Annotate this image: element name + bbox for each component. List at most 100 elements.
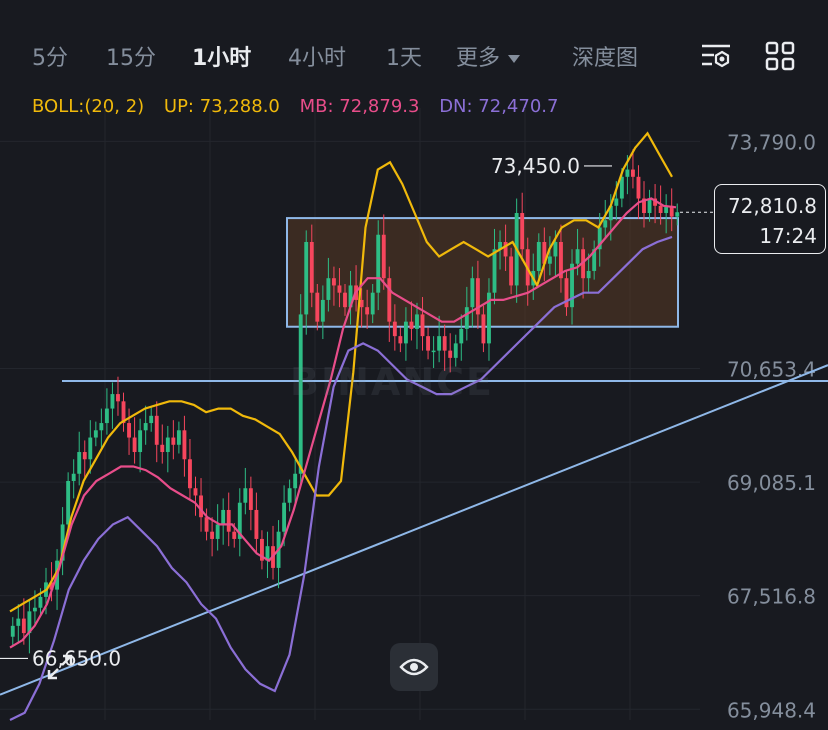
candle-body [575, 249, 580, 264]
candle-body [226, 509, 231, 532]
candle-body [326, 278, 331, 300]
candle-body [647, 198, 652, 214]
candle-body [38, 596, 43, 608]
candle-body [165, 437, 170, 453]
candle-body [437, 336, 442, 351]
candle-body [415, 314, 419, 329]
candle-body [232, 531, 237, 539]
candle-body [376, 234, 381, 293]
candle-body [171, 437, 176, 445]
candle-body [658, 205, 663, 214]
candle-body [127, 423, 131, 438]
candle-body [282, 502, 287, 532]
candle-body [193, 488, 198, 496]
toggle-visibility-button[interactable] [390, 643, 438, 691]
y-axis-label: 70,653.4 [727, 357, 816, 381]
candle-body [188, 459, 192, 489]
candle-body [93, 430, 98, 438]
candle-body [453, 343, 458, 358]
candle-body [221, 509, 226, 525]
candle-body [630, 169, 635, 177]
candle-body [77, 452, 82, 474]
candle-body [420, 314, 425, 337]
y-axis-label: 69,085.1 [727, 471, 816, 495]
candle-body [553, 241, 558, 257]
candle-body [442, 336, 447, 351]
candle-body [448, 350, 453, 358]
current-price: 72,810.8 [727, 194, 817, 218]
candle-body [199, 495, 203, 518]
candle-body [520, 213, 525, 250]
candle-body [99, 423, 104, 431]
candle-body [331, 278, 336, 286]
candle-body [116, 394, 120, 402]
candle-body [110, 394, 115, 409]
candle-body [215, 524, 220, 539]
candle-body [403, 321, 408, 344]
candle-body [143, 423, 148, 431]
candle-body [66, 480, 71, 525]
candle-body [21, 618, 26, 634]
candle-body [459, 328, 464, 344]
candle-body [10, 625, 15, 637]
candle-body [343, 292, 347, 308]
high-price-label: 73,450.0 [491, 154, 580, 178]
candle-body [492, 249, 497, 293]
candle-body [160, 444, 165, 453]
y-axis-label: 67,516.8 [727, 585, 816, 609]
candle-body [293, 473, 298, 489]
candle-body [71, 473, 76, 481]
candle-body [82, 452, 87, 460]
candle-body [614, 198, 619, 206]
candle-body [104, 408, 109, 424]
candle-body [426, 336, 430, 351]
candle-body [149, 415, 154, 424]
candle-body [154, 415, 159, 445]
candle-body [309, 241, 314, 293]
candle-body [387, 278, 392, 322]
candle-body [210, 531, 215, 539]
candle-body [381, 234, 386, 279]
candle-body [337, 285, 342, 293]
candle-body [509, 256, 514, 286]
candle-body [636, 176, 641, 199]
candle-body [431, 350, 436, 353]
candle-body [392, 321, 397, 337]
candle-body [204, 517, 209, 532]
candle-body [409, 321, 414, 329]
candle-body [675, 212, 680, 217]
candle-body [536, 241, 541, 271]
current-price-box: 72,810.8 17:24 [714, 184, 826, 254]
candle-body [88, 437, 93, 460]
candle-body [603, 220, 608, 228]
candle-body [586, 270, 591, 279]
candle-countdown: 17:24 [759, 224, 817, 248]
candle-body [470, 278, 475, 308]
candle-body [132, 437, 137, 453]
candle-body [176, 430, 181, 445]
candle-body [625, 169, 630, 177]
candle-body [248, 488, 253, 510]
candle-body [547, 256, 552, 264]
eye-icon [399, 658, 429, 676]
candle-body [254, 509, 259, 539]
y-axis-label: 65,948.4 [727, 698, 816, 722]
candle-body [315, 292, 320, 322]
candle-body [464, 307, 469, 329]
candle-body [365, 307, 370, 315]
y-axis-label: 73,790.0 [727, 130, 816, 154]
candle-body [287, 488, 292, 503]
candle-body [182, 430, 187, 460]
candle-body [138, 430, 143, 453]
candle-body [243, 488, 248, 503]
candle-body [32, 607, 37, 612]
candle-body [398, 336, 403, 344]
candle-body [481, 314, 486, 344]
candle-body [16, 618, 21, 626]
expand-button[interactable] [38, 645, 82, 689]
candle-body [370, 292, 375, 315]
binance-watermark: BINANCE [290, 360, 494, 404]
candle-body [320, 299, 325, 322]
expand-icon [47, 654, 73, 680]
candle-body [304, 241, 309, 315]
